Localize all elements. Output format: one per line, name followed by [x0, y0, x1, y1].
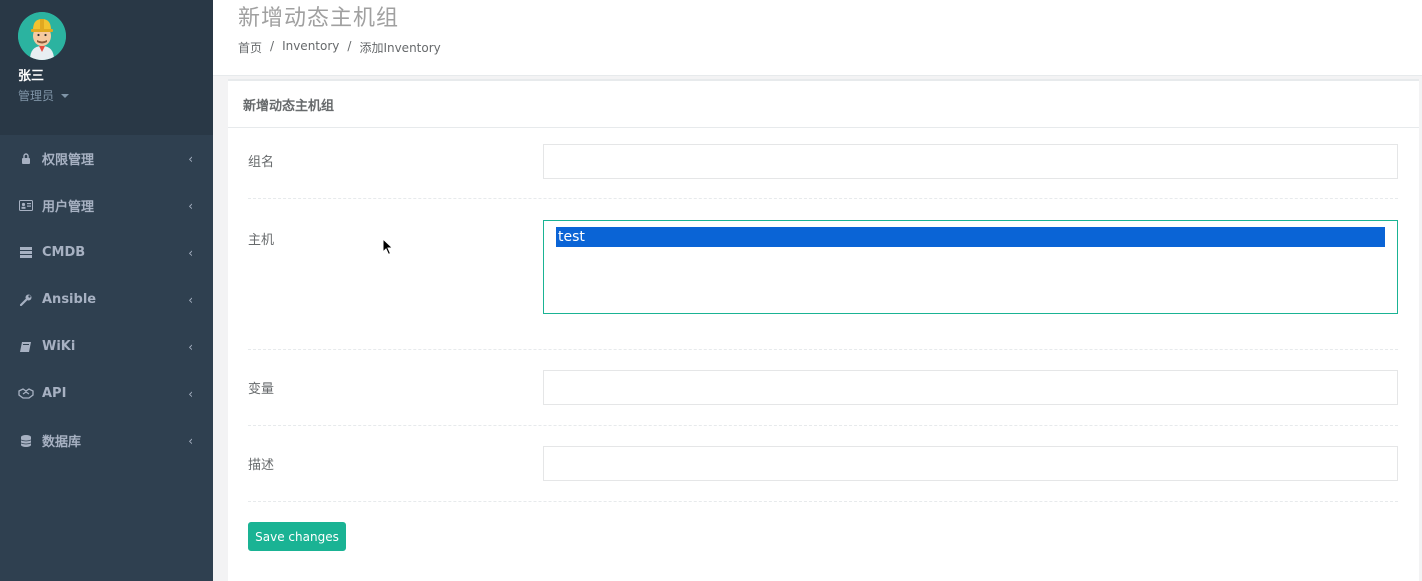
- server-icon: [18, 246, 34, 260]
- breadcrumb-current: 添加Inventory: [359, 41, 441, 55]
- breadcrumb-separator: /: [347, 39, 352, 53]
- hosts-option-test[interactable]: test: [556, 227, 1385, 247]
- profile-role-label: 管理员: [18, 89, 55, 103]
- profile-panel: 张三 管理员: [0, 0, 213, 135]
- description-input[interactable]: [543, 446, 1398, 481]
- sidebar-item-api[interactable]: API ‹: [0, 370, 213, 417]
- breadcrumb-separator: /: [270, 39, 275, 53]
- variables-label: 变量: [248, 382, 275, 397]
- handshake-icon: [18, 387, 34, 401]
- sidebar-item-label: 用户管理: [42, 200, 95, 215]
- caret-down-icon: [61, 93, 70, 98]
- group-name-row: 组名: [248, 128, 1398, 199]
- profile-role-dropdown[interactable]: 管理员: [18, 87, 213, 104]
- profile-name: 张三: [18, 69, 45, 84]
- worker-avatar-icon: [18, 12, 66, 60]
- hosts-row: 主机 test: [248, 199, 1398, 350]
- breadcrumb-inventory-link[interactable]: Inventory: [282, 39, 339, 56]
- description-row: 描述: [248, 426, 1398, 502]
- sidebar-item-label: WiKi: [42, 339, 76, 354]
- wrench-icon: [18, 293, 34, 307]
- hosts-multiselect[interactable]: test: [543, 220, 1398, 314]
- avatar[interactable]: [18, 12, 66, 60]
- save-changes-button[interactable]: Save changes: [248, 522, 346, 551]
- description-label: 描述: [248, 458, 275, 473]
- chevron-left-icon: ‹: [188, 198, 193, 213]
- sidebar-item-permissions[interactable]: 权限管理 ‹: [0, 135, 213, 182]
- group-name-input[interactable]: [543, 144, 1398, 179]
- breadcrumb: 首页 / Inventory / 添加Inventory: [238, 39, 441, 56]
- page-heading: 新增动态主机组 首页 / Inventory / 添加Inventory: [213, 0, 1422, 76]
- sidebar-item-users[interactable]: 用户管理 ‹: [0, 182, 213, 229]
- main-content: 新增动态主机组 首页 / Inventory / 添加Inventory 新增动…: [213, 0, 1422, 581]
- mouse-cursor-icon: [382, 238, 394, 256]
- sidebar-item-label: 数据库: [42, 435, 82, 450]
- sidebar-item-label: API: [42, 386, 67, 401]
- group-name-label: 组名: [248, 155, 275, 170]
- book-icon: [18, 340, 34, 354]
- sidebar-item-database[interactable]: 数据库 ‹: [0, 417, 213, 464]
- page-title: 新增动态主机组: [238, 6, 400, 31]
- sidebar-item-ansible[interactable]: Ansible ‹: [0, 276, 213, 323]
- lock-icon: [18, 152, 34, 166]
- chevron-left-icon: ‹: [188, 386, 193, 401]
- sidebar-item-label: 权限管理: [42, 153, 95, 168]
- database-icon: [18, 434, 34, 448]
- sidebar: 张三 管理员 权限管理 ‹ 用户管理 ‹ CMDB ‹ Ansible ‹ Wi…: [0, 0, 213, 581]
- hosts-label: 主机: [248, 233, 275, 248]
- breadcrumb-home-link[interactable]: 首页: [238, 39, 262, 56]
- chevron-left-icon: ‹: [188, 433, 193, 448]
- variables-row: 变量: [248, 350, 1398, 426]
- chevron-left-icon: ‹: [188, 339, 193, 354]
- sidebar-item-cmdb[interactable]: CMDB ‹: [0, 229, 213, 276]
- sidebar-item-label: Ansible: [42, 292, 97, 307]
- sidebar-item-wiki[interactable]: WiKi ‹: [0, 323, 213, 370]
- form-panel-title: 新增动态主机组: [228, 81, 1419, 128]
- chevron-left-icon: ‹: [188, 292, 193, 307]
- form-panel: 新增动态主机组 组名 主机 test 变量 描述 Save changes: [228, 79, 1419, 581]
- variables-input[interactable]: [543, 370, 1398, 405]
- id-card-icon: [18, 199, 34, 213]
- chevron-left-icon: ‹: [188, 151, 193, 166]
- sidebar-item-label: CMDB: [42, 245, 86, 260]
- chevron-left-icon: ‹: [188, 245, 193, 260]
